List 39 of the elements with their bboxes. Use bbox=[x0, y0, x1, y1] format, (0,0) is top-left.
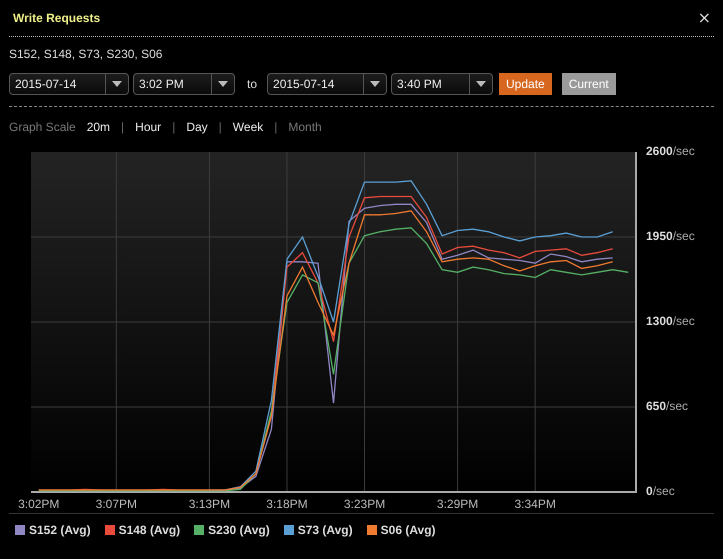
axis-label: 3:23PM bbox=[344, 497, 386, 511]
scale-option[interactable]: Week bbox=[232, 120, 264, 134]
axis-label: 0/sec bbox=[646, 484, 675, 498]
legend-label: S152 (Avg) bbox=[29, 523, 91, 537]
dropdown[interactable]: 2015-07-14 bbox=[9, 73, 129, 95]
caret-icon bbox=[112, 81, 122, 87]
dropdown[interactable]: 3:02 PM bbox=[133, 73, 235, 95]
axis-label: 2600/sec bbox=[646, 144, 695, 158]
caret-icon bbox=[370, 81, 380, 87]
axis-label: 1950/sec bbox=[646, 229, 695, 243]
server-list: S152, S148, S73, S230, S06 bbox=[9, 37, 714, 64]
axis-label: 3:02PM bbox=[18, 497, 60, 511]
dropdown[interactable]: 3:40 PM bbox=[391, 73, 494, 95]
separator: | bbox=[274, 120, 278, 134]
scale-option[interactable]: 20m bbox=[86, 120, 110, 134]
separator: | bbox=[172, 120, 176, 134]
dropdown[interactable]: 2015-07-14 bbox=[267, 73, 388, 95]
separator: | bbox=[218, 120, 222, 134]
legend-label: S73 (Avg) bbox=[298, 523, 353, 537]
legend-label: S06 (Avg) bbox=[380, 523, 436, 537]
range-label: to bbox=[247, 77, 258, 91]
axis-label: 1300/sec bbox=[646, 314, 695, 328]
separator: | bbox=[121, 120, 124, 134]
axis-label: 3:07PM bbox=[96, 497, 137, 511]
axis-label: 3:13PM bbox=[188, 497, 230, 511]
axis-label: 3:34PM bbox=[514, 497, 556, 511]
axis-label: 3:18PM bbox=[266, 497, 308, 511]
scale-option[interactable]: Day bbox=[186, 120, 208, 134]
scale-label: Graph Scale bbox=[9, 120, 76, 134]
caret-icon bbox=[218, 81, 228, 87]
dialog-title: Write Requests bbox=[13, 11, 100, 25]
scale-option[interactable]: Hour bbox=[135, 120, 162, 134]
legend-label: S230 (Avg) bbox=[208, 523, 270, 537]
caret-icon bbox=[476, 81, 486, 87]
scale-option: Month bbox=[288, 120, 322, 134]
legend-label: S148 (Avg) bbox=[118, 523, 180, 537]
update-button[interactable]: Update bbox=[499, 73, 552, 95]
axis-label: 3:29PM bbox=[436, 497, 478, 511]
axis-label: 650/sec bbox=[646, 399, 688, 413]
